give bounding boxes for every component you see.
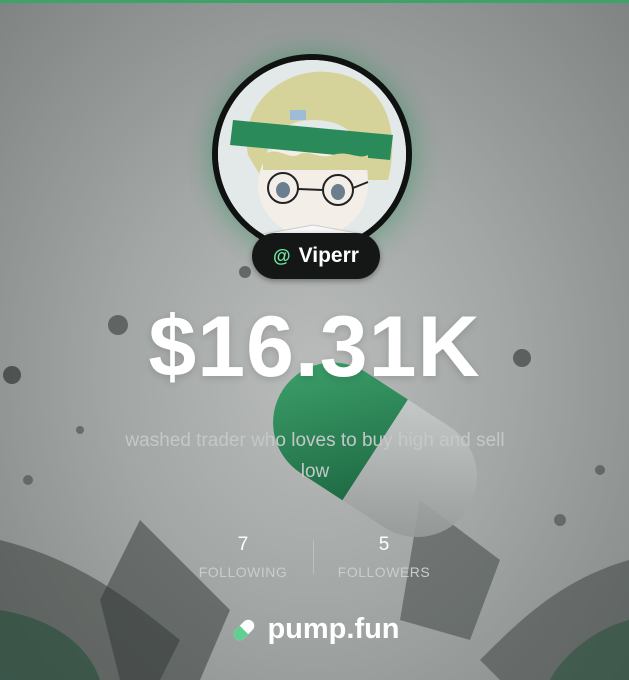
followers-count: 5 [378,534,390,555]
username-badge[interactable]: @ Viperr [252,233,380,279]
at-symbol-icon: @ [273,245,291,266]
brand-footer[interactable]: pump.fun [0,613,629,646]
pill-icon [234,619,255,640]
avatar-illustration [218,60,406,248]
bio-text: washed trader who loves to buy high and … [125,430,505,482]
following-label: FOLLOWING [198,564,288,580]
portfolio-value: $16.31K [148,299,481,395]
avatar[interactable] [218,60,406,248]
profile-card: @ Viperr $16.31K washed trader who loves… [0,0,629,680]
stats-divider [313,540,314,574]
following-count: 7 [237,534,249,555]
followers-stat[interactable]: 5 FOLLOWERS [333,534,435,580]
brand-name: pump.fun [267,613,400,645]
following-stat[interactable]: 7 FOLLOWING [193,534,293,580]
followers-label: FOLLOWERS [337,564,431,580]
username: Viperr [298,244,359,267]
